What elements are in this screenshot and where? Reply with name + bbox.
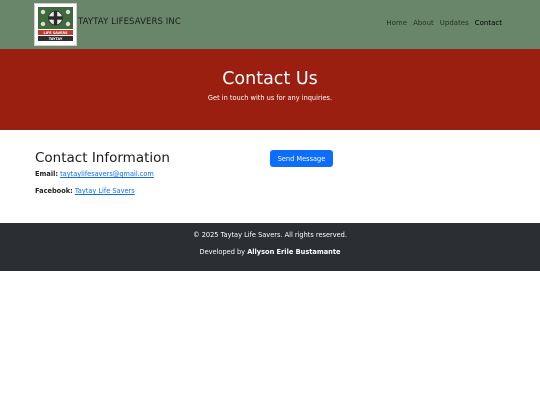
footer: © 2025 Taytay Life Savers. All rights re… [0, 223, 540, 271]
email-link[interactable]: taytaylifesavers@gmail.com [60, 170, 154, 178]
nav-links: Home About Updates Contact [386, 19, 502, 27]
footer-developed-by-label: Developed by [199, 248, 246, 256]
footer-developer-name: Allyson Erile Bustamante [247, 248, 341, 256]
svg-text:TAYTAY: TAYTAY [49, 37, 63, 41]
nav-link-home[interactable]: Home [386, 19, 407, 27]
nav-link-contact[interactable]: Contact [475, 19, 502, 27]
facebook-link[interactable]: Taytay Life Savers [75, 187, 135, 195]
page-title: Contact Us [222, 69, 318, 89]
nav-link-updates[interactable]: Updates [440, 19, 469, 27]
page-subtitle: Get in touch with us for any inquiries. [207, 94, 333, 102]
contact-heading: Contact Information [35, 150, 170, 166]
brand-logo[interactable]: LIFE SAVERS TAYTAY [34, 3, 77, 46]
lifesaver-emblem-icon: LIFE SAVERS TAYTAY [37, 6, 74, 43]
nav-link-about[interactable]: About [413, 19, 434, 27]
brand-name[interactable]: TAYTAY LIFESAVERS INC [78, 17, 181, 27]
navbar: LIFE SAVERS TAYTAY TAYTAY LIFESAVERS INC… [0, 0, 540, 49]
send-message-button[interactable]: Send Message [270, 150, 333, 167]
svg-text:LIFE SAVERS: LIFE SAVERS [43, 31, 68, 35]
email-row: Email: taytaylifesavers@gmail.com [35, 170, 154, 178]
footer-credit: Developed by Allyson Erile Bustamante [0, 248, 540, 256]
facebook-label: Facebook: [35, 187, 73, 195]
facebook-row: Facebook: Taytay Life Savers [35, 187, 135, 195]
footer-copyright: © 2025 Taytay Life Savers. All rights re… [193, 231, 347, 239]
hero-banner: Contact Us Get in touch with us for any … [0, 49, 540, 130]
email-label: Email: [35, 170, 58, 178]
